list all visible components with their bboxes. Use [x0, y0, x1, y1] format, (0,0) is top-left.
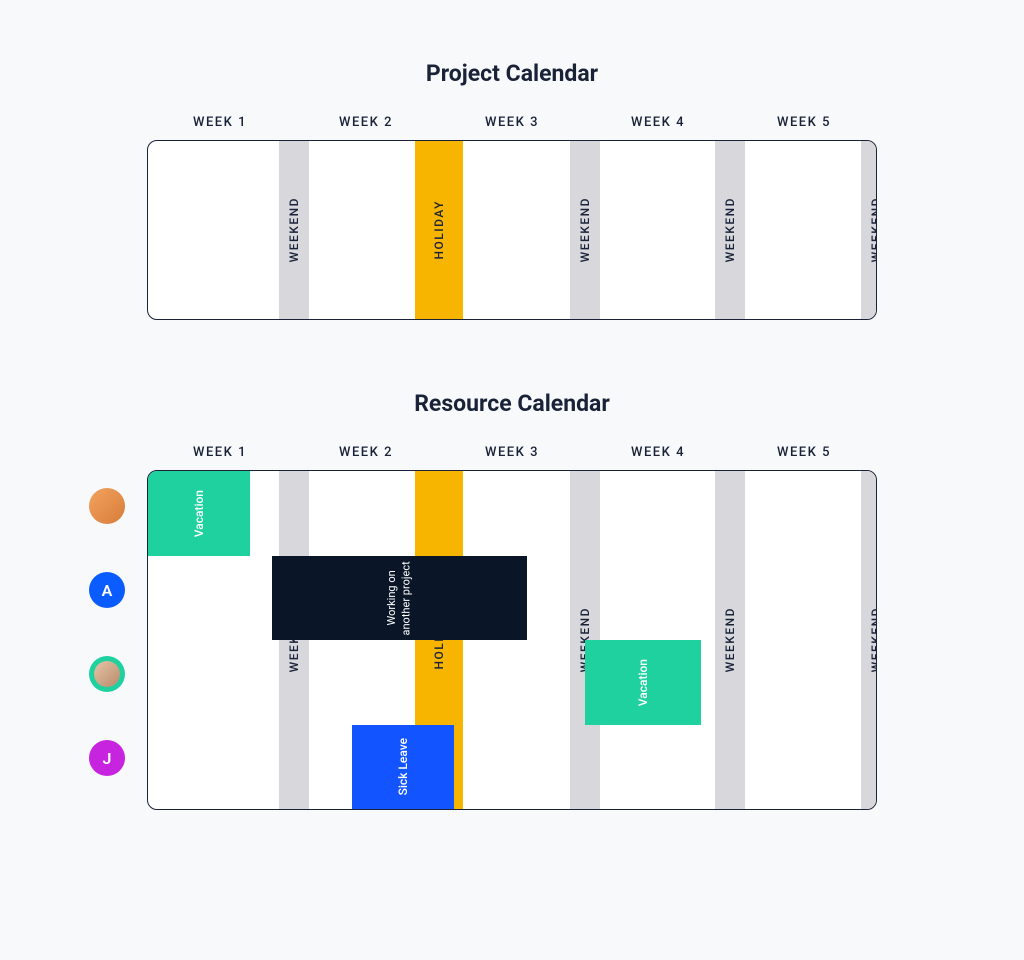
resource-row: Vacation: [148, 471, 876, 556]
resource-title: Resource Calendar: [147, 390, 877, 417]
resource-avatars: A J: [89, 470, 125, 776]
avatar: J: [89, 740, 125, 776]
avatar: [89, 488, 125, 524]
holiday-label: HOLIDAY: [432, 200, 446, 260]
project-week-headers: WEEK 1 WEEK 2 WEEK 3 WEEK 4 WEEK 5: [147, 115, 877, 130]
project-calendar-section: Project Calendar WEEK 1 WEEK 2 WEEK 3 WE…: [147, 60, 877, 320]
vacation-bar: Vacation: [148, 471, 250, 556]
week-col: WEEKEND: [730, 141, 876, 319]
avatar-initial: A: [102, 581, 113, 600]
resource-row: Sick Leave: [148, 725, 876, 810]
week-header: WEEK 5: [731, 115, 877, 130]
weekend-band: WEEKEND: [861, 141, 877, 319]
project-grid: WEEKEND WEEKEND HOLIDAY WEEKEND WEEKEND: [147, 140, 877, 320]
week-header: WEEK 1: [147, 115, 293, 130]
week-header: WEEK 5: [731, 445, 877, 460]
resource-calendar-wrap: A J WEEKEND WEEKEND HOLIDAY: [147, 470, 877, 810]
avatar-photo: [94, 661, 120, 687]
week-col: WEEKEND: [585, 141, 731, 319]
resource-week-headers: WEEK 1 WEEK 2 WEEK 3 WEEK 4 WEEK 5: [147, 445, 877, 460]
resource-grid: WEEKEND WEEKEND HOLIDAY WEEKEND: [147, 470, 877, 810]
bar-label: Sick Leave: [396, 738, 410, 795]
week-col: HOLIDAY WEEKEND: [439, 141, 585, 319]
week-header: WEEK 2: [293, 445, 439, 460]
resource-row: Vacation: [148, 640, 876, 725]
week-header: WEEK 3: [439, 115, 585, 130]
vacation-bar: Vacation: [585, 640, 701, 725]
sick-leave-bar: Sick Leave: [352, 725, 454, 810]
resource-row: Working on another project: [148, 556, 876, 641]
project-title: Project Calendar: [147, 60, 877, 87]
holiday-band: HOLIDAY: [415, 141, 463, 319]
week-col: WEEKEND: [148, 141, 294, 319]
project-columns: WEEKEND WEEKEND HOLIDAY WEEKEND WEEKEND: [148, 141, 876, 319]
week-header: WEEK 1: [147, 445, 293, 460]
working-another-project-bar: Working on another project: [272, 556, 527, 641]
week-header: WEEK 2: [293, 115, 439, 130]
week-header: WEEK 4: [585, 445, 731, 460]
avatar: [89, 656, 125, 692]
weekend-label: WEEKEND: [869, 197, 877, 262]
resource-rows: Vacation Working on another project Vaca…: [148, 471, 876, 809]
bar-label: Vacation: [636, 659, 650, 706]
week-header: WEEK 4: [585, 115, 731, 130]
bar-label: Working on another project: [385, 556, 414, 641]
avatar: A: [89, 572, 125, 608]
week-header: WEEK 3: [439, 445, 585, 460]
avatar-initial: J: [103, 749, 112, 768]
bar-label: Vacation: [192, 490, 206, 537]
resource-calendar-section: Resource Calendar WEEK 1 WEEK 2 WEEK 3 W…: [147, 390, 877, 810]
